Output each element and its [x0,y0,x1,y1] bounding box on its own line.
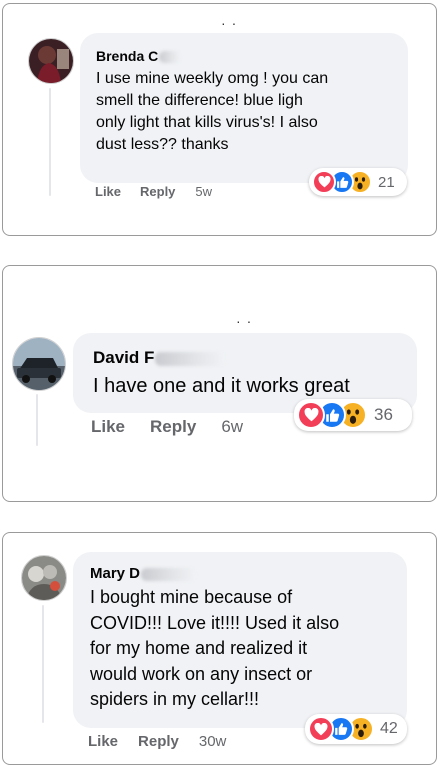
reaction-summary[interactable]: 36 [294,399,412,431]
ellipsis-marker: ·· [236,313,258,329]
comment-text: I bought mine because of COVID!!! Love i… [90,585,407,713]
comment-text-line: spiders in my cellar!!! [90,689,260,709]
love-icon [308,716,334,742]
comment-bubble: Mary D I bought mine because of COVID!!!… [73,552,407,728]
comment-text: I use mine weekly omg ! you can smell th… [96,68,408,156]
reaction-count: 42 [380,720,398,737]
comment-text-line: smell the difference! blue ligh [96,92,303,109]
avatar[interactable] [28,38,74,84]
comment-text-line: I use mine weekly omg ! you can [96,70,329,87]
comment-text-line: I bought mine because of [90,587,293,607]
comment-actions: Like Reply 5w [95,184,212,199]
comment-card: Mary D I bought mine because of COVID!!!… [2,532,437,765]
ellipsis-marker: ·· [221,15,243,31]
comment-text-line: COVID!!! Love it!!!! Used it also [90,612,340,633]
thread-line [49,88,51,196]
reaction-summary[interactable]: 21 [309,168,407,196]
author-name[interactable]: Brenda C [96,47,158,65]
redacted-name [141,567,197,581]
reply-button[interactable]: Reply [150,417,196,437]
comment-text-line: for my home and realized it [90,638,308,658]
love-icon [312,170,336,194]
love-icon [297,401,325,429]
comment-card: ·· David F I have one and it works great [2,265,437,502]
reply-button[interactable]: Reply [140,184,175,199]
comment-text-line: only light that kills virus's! I also [96,114,318,131]
comment-bubble: Brenda C I use mine weekly omg ! you can… [80,33,408,183]
like-button[interactable]: Like [91,417,125,437]
timestamp[interactable]: 30w [199,733,227,750]
thread-line [42,605,44,723]
comment-card: ·· Brenda C I use mine weekly omg ! you … [2,3,437,236]
author-name[interactable]: Mary D [90,565,140,583]
timestamp[interactable]: 6w [221,417,243,437]
redacted-name [155,351,226,366]
like-button[interactable]: Like [88,733,118,750]
author-name[interactable]: David F [93,348,154,368]
like-button[interactable]: Like [95,184,121,199]
timestamp[interactable]: 5w [195,184,212,199]
comment-text: I have one and it works great [93,373,417,399]
comment-actions: Like Reply 30w [88,733,226,750]
reaction-count: 36 [374,405,393,424]
avatar[interactable] [12,337,66,391]
comment-text-line: dust less?? thanks [96,136,229,153]
reaction-count: 21 [378,173,395,191]
comment-actions: Like Reply 6w [91,417,243,437]
redacted-name [159,51,182,64]
comment-text-line: I have one and it works great [93,375,350,397]
reply-button[interactable]: Reply [138,733,179,750]
avatar[interactable] [21,555,67,601]
reaction-summary[interactable]: 42 [305,714,407,744]
thread-line [36,394,38,446]
comment-text-line: would work on any insect or [90,663,313,684]
